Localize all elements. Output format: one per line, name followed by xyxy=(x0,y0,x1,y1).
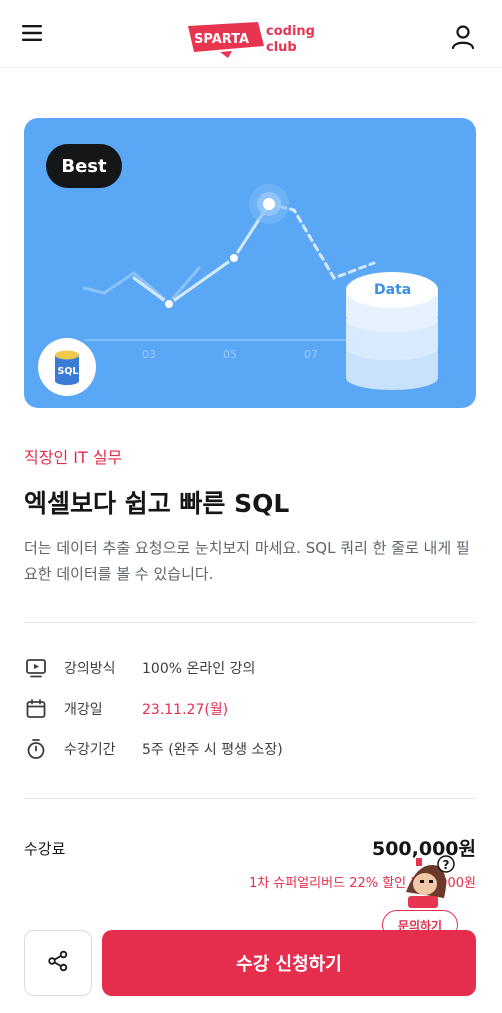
info-value: 100% 온라인 강의 xyxy=(142,661,256,677)
info-label: 개강일 xyxy=(64,702,103,718)
logo-coding-text: coding xyxy=(266,24,315,39)
logo-badge-text: SPARTA xyxy=(194,32,249,47)
info-value: 23.11.27(월) xyxy=(142,702,229,718)
divider xyxy=(24,798,476,799)
info-label: 수강기간 xyxy=(64,742,116,758)
info-row-start-date: 개강일 23.11.27(월) xyxy=(24,697,228,721)
info-label: 강의방식 xyxy=(64,661,116,677)
sql-label: SQL xyxy=(58,366,79,377)
user-icon[interactable] xyxy=(448,22,478,52)
database-label: Data xyxy=(374,282,411,298)
info-value: 5주 (완주 시 평생 소장) xyxy=(142,742,283,758)
stopwatch-icon xyxy=(24,737,48,761)
course-description: 더는 데이터 추출 요청으로 눈치보지 마세요. SQL 쿼리 한 줄로 내게 … xyxy=(24,539,470,583)
price-label: 수강료 xyxy=(24,840,66,858)
mascot-icon[interactable]: ? xyxy=(398,852,462,912)
course-title: 엑셀보다 쉽고 빠른 SQL xyxy=(24,489,290,518)
svg-text:?: ? xyxy=(443,858,450,872)
sparta-logo[interactable]: SPARTA coding club xyxy=(186,18,326,58)
share-button[interactable] xyxy=(24,930,92,996)
divider xyxy=(24,622,476,623)
course-category: 직장인 IT 실무 xyxy=(24,448,123,467)
best-badge: Best xyxy=(46,144,122,188)
hamburger-menu-icon[interactable] xyxy=(22,24,52,50)
app-header: SPARTA coding club xyxy=(0,0,502,68)
chart-tick: 07 xyxy=(304,348,318,361)
sql-icon: SQL xyxy=(38,338,96,396)
calendar-icon xyxy=(24,697,48,721)
apply-button[interactable]: 수강 신청하기 xyxy=(102,930,476,996)
chart-tick: 05 xyxy=(223,348,237,361)
chart-tick: 03 xyxy=(142,348,156,361)
share-icon xyxy=(46,949,70,977)
database-icon: Data xyxy=(346,272,438,390)
video-play-icon xyxy=(24,656,48,680)
course-thumbnail: 03 05 07 Data Best SQL xyxy=(24,118,476,408)
info-row-method: 강의방식 100% 온라인 강의 xyxy=(24,656,255,680)
info-row-duration: 수강기간 5주 (완주 시 평생 소장) xyxy=(24,737,283,761)
logo-club-text: club xyxy=(266,40,297,55)
